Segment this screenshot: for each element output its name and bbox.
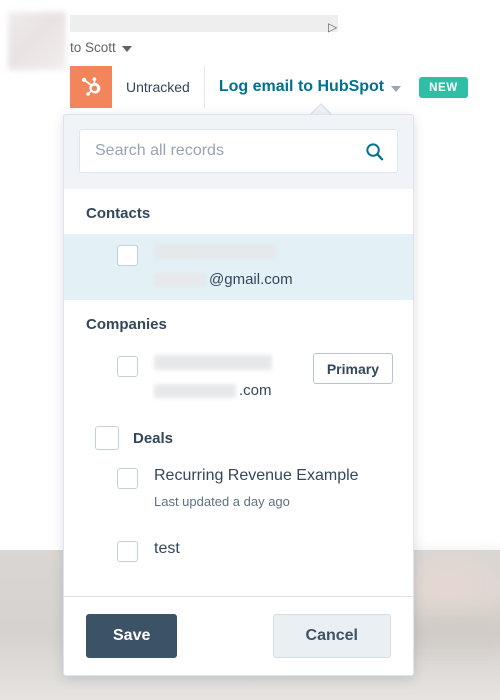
deals-section-checkbox[interactable] [95,426,119,450]
deal-title: test [154,540,180,558]
contact-name-redacted [154,244,276,259]
search-icon[interactable] [365,142,384,161]
list-item[interactable]: test [64,533,413,564]
recipient-label: to Scott [70,40,116,55]
contact-email: @gmail.com [154,271,397,288]
section-title-contacts: Contacts [86,205,151,222]
company-domain-suffix: .com [239,382,272,399]
avatar [8,12,66,70]
deal-title: Recurring Revenue Example [154,467,359,484]
deal-row-checkbox[interactable] [117,541,138,563]
search-input[interactable] [93,141,357,161]
deal-row-content: Recurring Revenue Example Last updated a… [138,466,359,509]
list-item[interactable]: Recurring Revenue Example Last updated a… [64,460,413,511]
hubspot-toolbar: Untracked Log email to HubSpot NEW [70,66,468,108]
hubspot-sprocket-icon[interactable] [70,66,112,108]
contact-email-domain: @gmail.com [209,271,293,288]
primary-button[interactable]: Primary [312,353,393,384]
company-domain: .com [154,382,313,399]
deal-row-content: test [138,539,180,558]
log-email-to-hubspot-button[interactable]: Log email to HubSpot [205,66,413,108]
tracking-status-label: Untracked [112,66,205,108]
contact-row-checkbox[interactable] [117,245,138,266]
search-area [64,115,413,189]
cancel-button[interactable]: Cancel [272,614,391,658]
associate-records-panel: Contacts @gmail.com Companies .com [63,114,414,676]
table-row[interactable]: @gmail.com [64,234,413,300]
background-blur-shape-a [410,556,500,618]
caret-down-icon [121,45,132,52]
chevron-down-icon [391,85,402,92]
company-domain-redacted-prefix [154,383,236,398]
new-badge: NEW [419,76,468,98]
section-title-deals-row: Deals [64,411,413,460]
search-field[interactable] [79,129,398,173]
records-list[interactable]: Contacts @gmail.com Companies .com Prima… [64,189,413,596]
contact-row-content: @gmail.com [138,244,397,288]
company-name-redacted [154,355,272,370]
save-button[interactable]: Save [86,614,178,658]
deal-row-checkbox[interactable] [117,468,138,489]
log-email-label: Log email to HubSpot [218,78,385,95]
contact-email-redacted-prefix [154,272,206,287]
company-row-checkbox[interactable] [117,356,138,377]
reply-arrow-icon[interactable]: ▷ [328,20,342,34]
recipient-dropdown[interactable]: to Scott [70,40,132,55]
deal-last-updated: Last updated a day ago [154,494,290,510]
subject-redacted-bar [70,15,338,32]
table-row[interactable]: .com Primary [64,345,413,411]
email-message-header: ▷ to Scott [0,0,500,70]
panel-footer: Save Cancel [64,596,413,675]
section-title-companies: Companies [86,316,167,333]
company-row-content: .com [138,355,313,399]
section-title-deals: Deals [133,429,174,447]
